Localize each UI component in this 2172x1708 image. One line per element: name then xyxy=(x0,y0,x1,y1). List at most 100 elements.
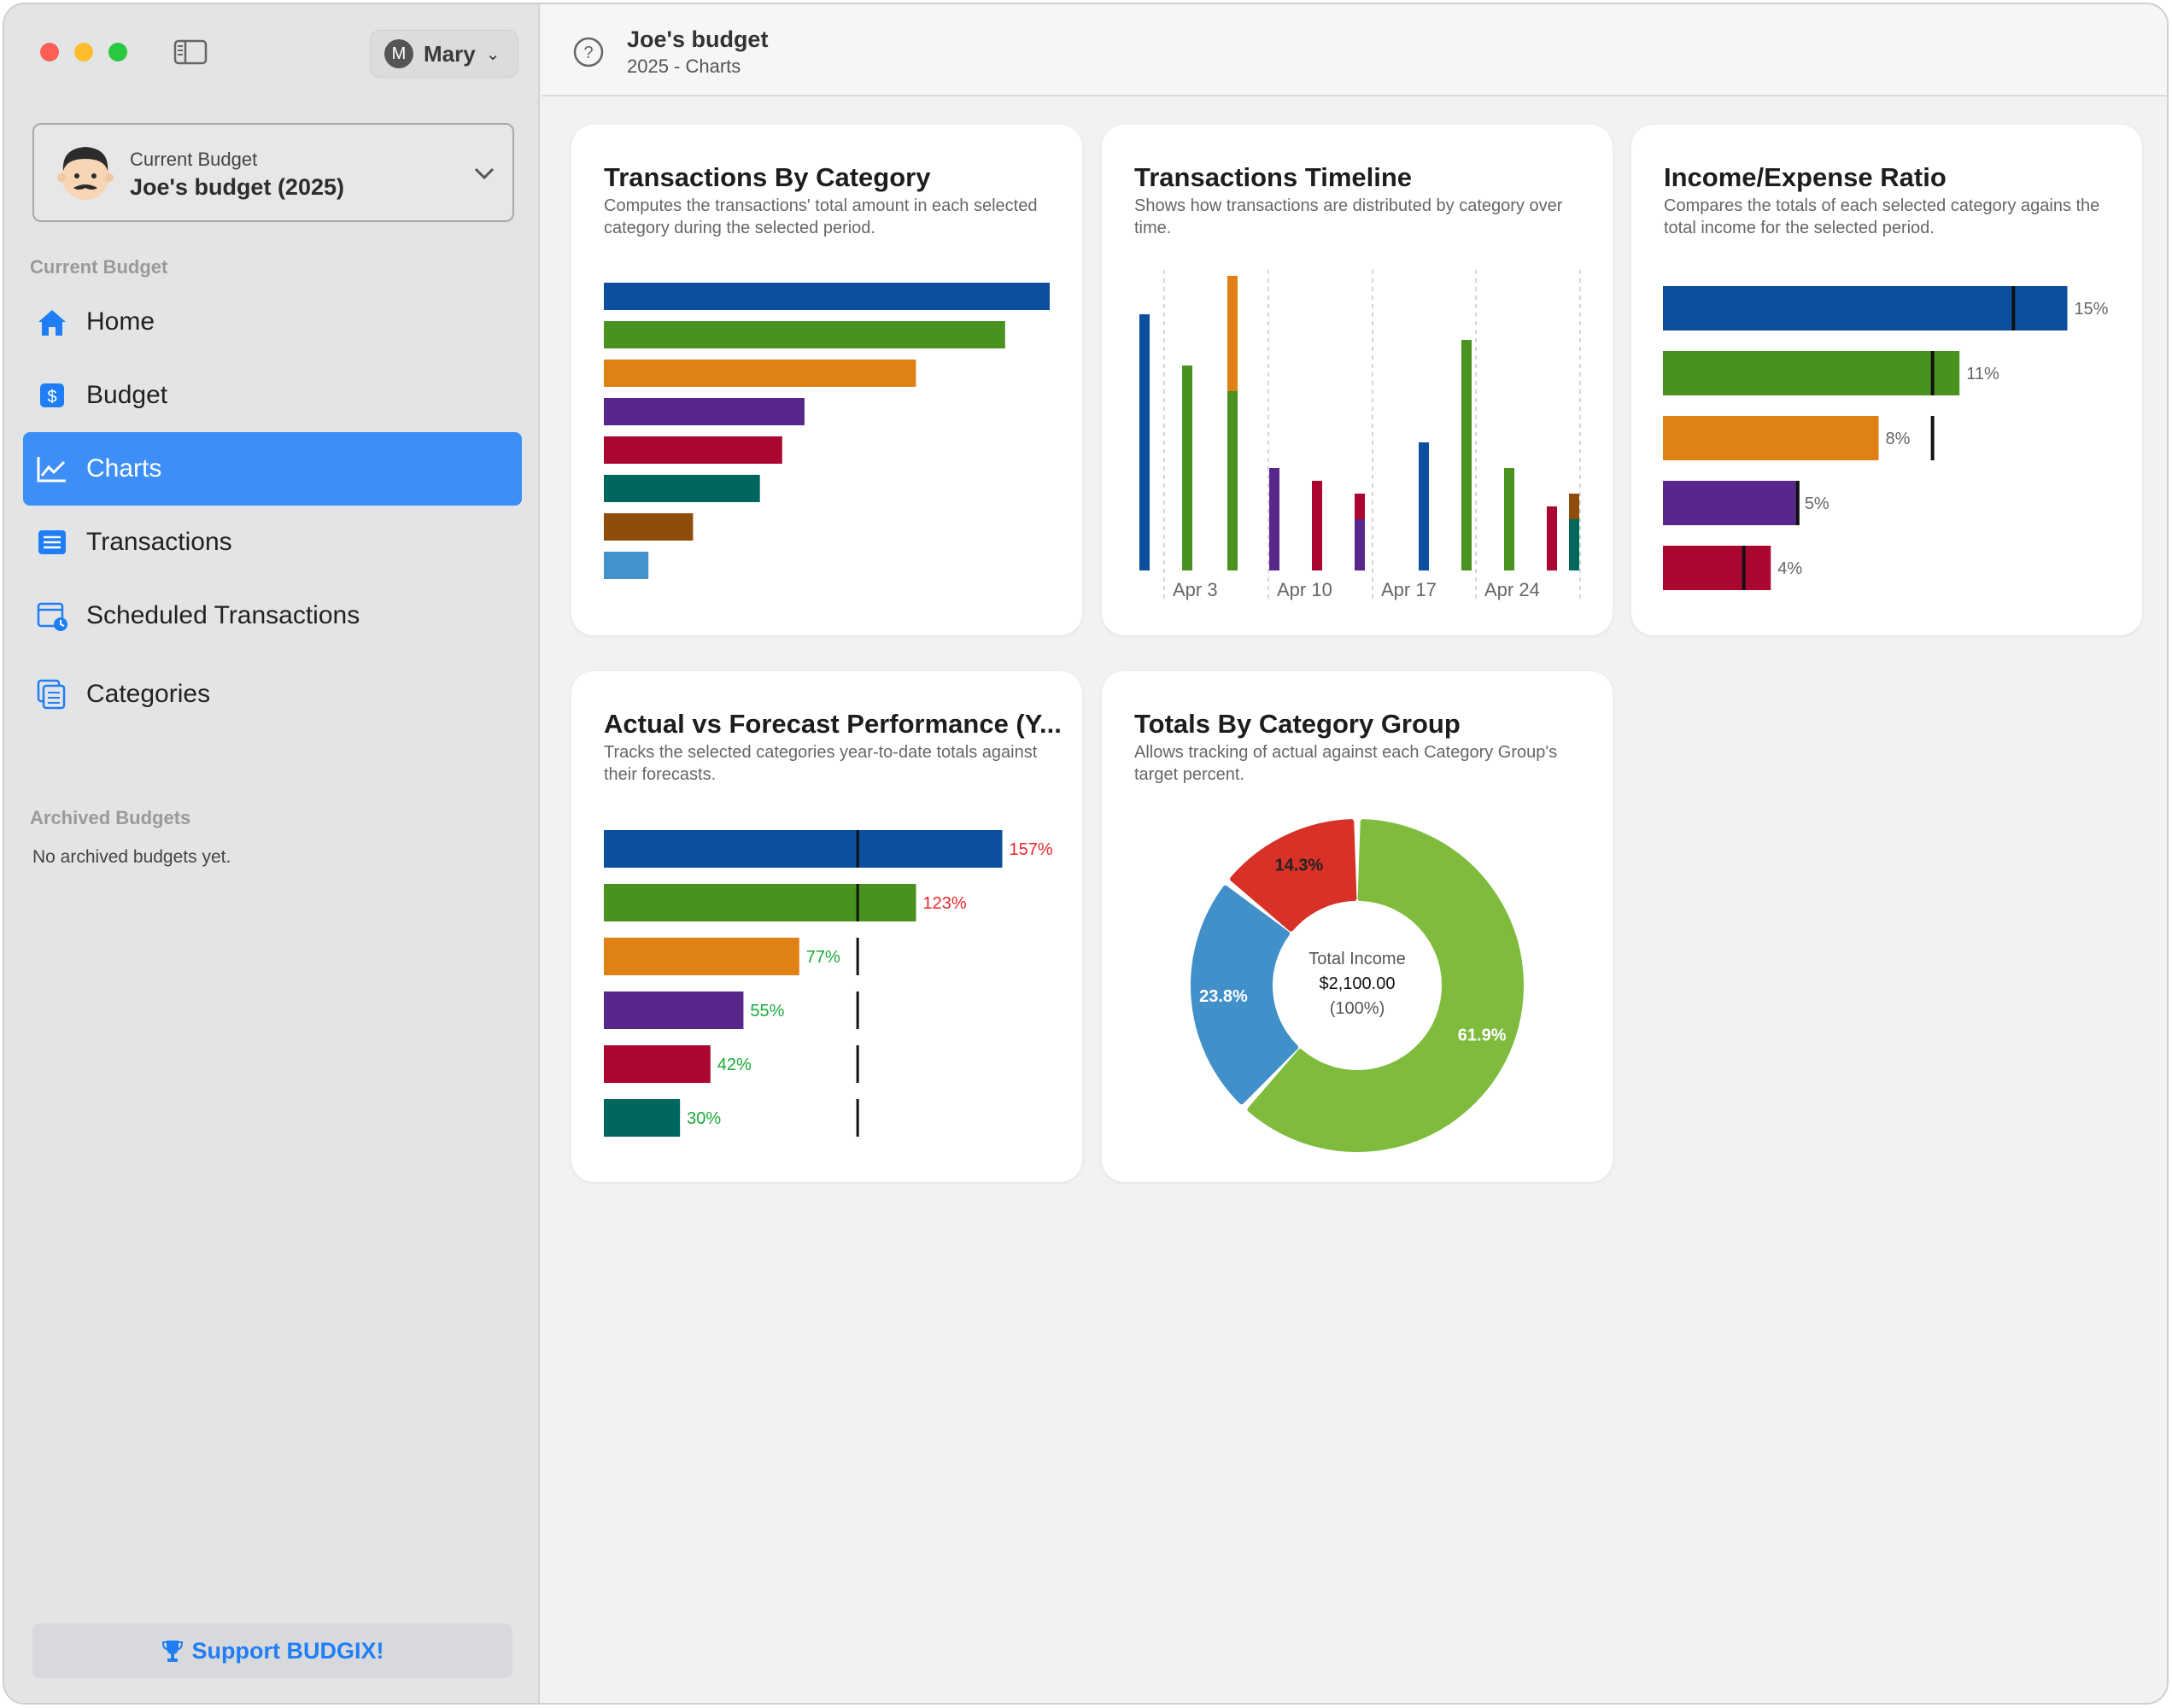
timeline-bar-segment xyxy=(1355,494,1365,519)
ratio-label: 4% xyxy=(1777,559,1802,578)
sidebar-item-label: Scheduled Transactions xyxy=(86,601,360,629)
sidebar-item-charts[interactable]: Charts xyxy=(23,432,522,506)
section-label-archived-budgets: Archived Budgets xyxy=(30,807,191,828)
chart-card-totals-by-category-group[interactable]: Totals By Category Group Allows tracking… xyxy=(1102,671,1613,1182)
categories-icon xyxy=(35,677,69,711)
forecast-label: 42% xyxy=(717,1056,752,1074)
timeline-bar-segment xyxy=(1139,314,1150,570)
ratio-bar xyxy=(1663,481,1798,525)
forecast-label: 77% xyxy=(806,948,840,967)
transactions-by-category-chart xyxy=(604,283,1050,579)
archived-empty-note: No archived budgets yet. xyxy=(32,847,231,867)
minimize-window-button[interactable] xyxy=(74,43,93,61)
chart-card-transactions-timeline[interactable]: Transactions Timeline Shows how transact… xyxy=(1102,125,1613,635)
forecast-label: 157% xyxy=(1010,840,1053,859)
forecast-bar xyxy=(604,884,916,921)
category-bar xyxy=(604,283,1050,310)
x-tick-label: Apr 3 xyxy=(1173,579,1218,600)
category-bar xyxy=(604,321,1005,348)
svg-text:$: $ xyxy=(47,388,56,407)
category-bar xyxy=(604,513,694,541)
category-bar xyxy=(604,398,805,425)
category-bar xyxy=(604,436,782,464)
timeline-bar-segment xyxy=(1504,468,1514,570)
actual-vs-forecast-chart: 157% 123% 77% 55% 42% 30% xyxy=(604,830,1053,1137)
donut-slice-label: 23.8% xyxy=(1199,987,1248,1006)
budget-switcher-name: Joe's budget (2025) xyxy=(130,174,344,200)
user-menu-button[interactable]: M Mary ⌄ xyxy=(370,30,518,78)
donut-slice-label: 61.9% xyxy=(1458,1026,1507,1044)
zoom-window-button[interactable] xyxy=(108,43,127,61)
chart-card-actual-vs-forecast[interactable]: Actual vs Forecast Performance (Y... Tra… xyxy=(571,671,1082,1182)
chevron-down-icon: ⌄ xyxy=(485,44,501,64)
chevron-down-icon xyxy=(474,167,495,180)
x-tick-label: Apr 10 xyxy=(1277,579,1332,600)
forecast-label: 123% xyxy=(922,894,966,913)
ratio-bar xyxy=(1663,546,1771,590)
timeline-bar-segment xyxy=(1547,506,1557,570)
sidebar-item-label: Home xyxy=(86,307,155,336)
timeline-bar-segment xyxy=(1569,519,1579,570)
support-button[interactable]: Support BUDGIX! xyxy=(32,1623,512,1678)
donut-center-percent: (100%) xyxy=(1330,999,1385,1018)
list-icon xyxy=(35,525,69,559)
timeline-bar-segment xyxy=(1227,391,1238,570)
svg-text:?: ? xyxy=(583,44,593,62)
ratio-bar xyxy=(1663,286,2068,330)
sidebar-item-home[interactable]: Home xyxy=(23,285,522,359)
x-tick-label: Apr 17 xyxy=(1381,579,1437,600)
support-label: Support BUDGIX! xyxy=(191,1637,384,1664)
budget-switcher-caption: Current Budget xyxy=(130,149,258,170)
line-chart-icon xyxy=(35,452,69,486)
section-label-current-budget: Current Budget xyxy=(30,256,168,278)
category-bar xyxy=(604,360,916,387)
dollar-icon: $ xyxy=(35,378,69,412)
ratio-label: 5% xyxy=(1805,494,1830,513)
sidebar-item-transactions[interactable]: Transactions xyxy=(23,506,522,579)
timeline-bar-segment xyxy=(1227,276,1238,391)
timeline-bar-segment xyxy=(1461,340,1472,570)
ratio-bar xyxy=(1663,351,1960,395)
budget-switcher[interactable]: Current Budget Joe's budget (2025) xyxy=(32,123,514,222)
sidebar-item-label: Categories xyxy=(86,680,211,708)
category-bar xyxy=(604,475,760,502)
ratio-bar xyxy=(1663,416,1879,460)
chart-card-income-expense-ratio[interactable]: Income/Expense Ratio Compares the totals… xyxy=(1631,125,2142,635)
app-window: M Mary ⌄ Current Budget Joe's budget (20… xyxy=(3,3,2169,1705)
timeline-bar-segment xyxy=(1569,494,1579,519)
man-face-emoji-icon xyxy=(57,147,114,200)
income-expense-ratio-chart: 15% 11% 8% 5% 4% xyxy=(1663,286,2109,590)
forecast-bar xyxy=(604,1099,681,1137)
category-group-donut-chart: Total Income $2,100.00 (100%) 61.9% 23.8%… xyxy=(1191,819,1524,1152)
forecast-bar xyxy=(604,830,1003,868)
category-bar xyxy=(604,552,649,579)
sidebar-item-scheduled-transactions[interactable]: Scheduled Transactions xyxy=(23,579,522,652)
donut-slice-label: 14.3% xyxy=(1274,857,1323,875)
sidebar-item-categories[interactable]: Categories xyxy=(23,658,522,731)
sidebar-toggle-icon[interactable] xyxy=(173,39,208,65)
donut-center-amount: $2,100.00 xyxy=(1320,974,1396,993)
toolbar: ? Joe's budget 2025 - Charts xyxy=(542,4,2167,97)
chart-card-transactions-by-category[interactable]: Transactions By Category Computes the tr… xyxy=(571,125,1082,635)
timeline-bar-segment xyxy=(1419,442,1429,570)
sidebar-item-label: Charts xyxy=(86,454,162,483)
sidebar-item-label: Budget xyxy=(86,381,168,409)
timeline-bar-segment xyxy=(1269,468,1279,570)
breadcrumb: 2025 - Charts xyxy=(627,56,741,77)
calendar-clock-icon xyxy=(35,599,69,633)
x-tick-label: Apr 24 xyxy=(1484,579,1540,600)
timeline-bar-segment xyxy=(1182,366,1192,570)
sidebar-item-label: Transactions xyxy=(86,528,232,556)
ratio-label: 11% xyxy=(1966,365,1999,383)
sidebar-item-budget[interactable]: $ Budget xyxy=(23,359,522,432)
close-window-button[interactable] xyxy=(40,43,59,61)
ratio-label: 8% xyxy=(1886,430,1911,448)
trophy-icon xyxy=(161,1641,183,1662)
help-icon[interactable]: ? xyxy=(572,36,605,68)
transactions-timeline-chart: Apr 3 Apr 10 Apr 17 Apr 24 xyxy=(1139,270,1581,600)
avatar: M xyxy=(384,39,413,68)
sidebar: M Mary ⌄ Current Budget Joe's budget (20… xyxy=(4,4,540,1703)
forecast-bar xyxy=(604,938,799,975)
forecast-label: 30% xyxy=(687,1109,721,1128)
user-name: Mary xyxy=(424,40,476,67)
